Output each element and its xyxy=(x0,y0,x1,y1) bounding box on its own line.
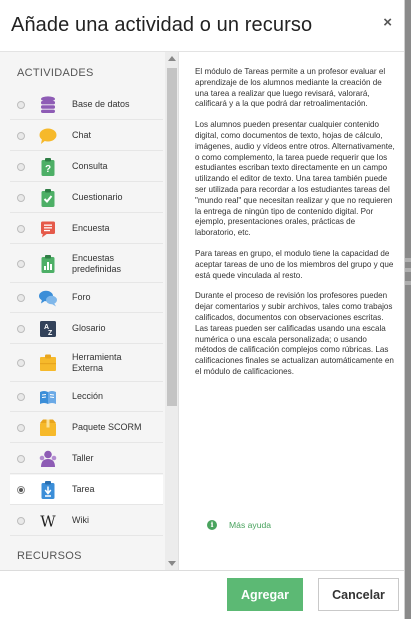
section-heading-activities: ACTIVIDADES xyxy=(17,67,94,79)
info-icon: i xyxy=(207,520,217,530)
survey-chart-icon xyxy=(38,254,58,274)
activity-item[interactable]: Encuesta xyxy=(10,214,163,244)
cancel-button[interactable]: Cancelar xyxy=(318,578,399,611)
database-icon xyxy=(38,95,58,115)
activity-radio[interactable] xyxy=(17,162,25,171)
activity-label: Base de datos xyxy=(72,99,130,109)
svg-text:?: ? xyxy=(45,164,51,175)
activity-label: Consulta xyxy=(72,161,108,171)
activity-label: Paquete SCORM xyxy=(72,422,142,432)
dialog-body: ACTIVIDADES RECURSOS Base de datos Chat? C… xyxy=(0,52,404,570)
activity-radio[interactable] xyxy=(17,100,25,109)
backdrop-mark xyxy=(405,258,411,262)
activity-item[interactable]: Base de datos xyxy=(10,90,163,120)
activity-radio[interactable] xyxy=(17,358,25,367)
forum-bubbles-icon xyxy=(38,288,58,308)
quiz-check-icon xyxy=(38,188,58,208)
description-paragraph: Para tareas en grupo, el modulo tiene la… xyxy=(195,248,394,280)
activity-radio[interactable] xyxy=(17,324,25,333)
scorm-package-icon xyxy=(38,418,58,438)
dialog-footer: Agregar Cancelar xyxy=(0,570,404,619)
section-heading-resources: RECURSOS xyxy=(17,550,82,562)
activity-radio[interactable] xyxy=(17,259,25,268)
activity-item[interactable]: ? Consulta xyxy=(10,152,163,182)
glossary-az-icon: AZ xyxy=(38,319,58,339)
more-help-link[interactable]: i Más ayuda xyxy=(207,520,271,530)
activity-radio[interactable] xyxy=(17,423,25,432)
activity-label: Foro xyxy=(72,292,91,302)
close-button[interactable]: × xyxy=(383,14,392,31)
activity-radio[interactable] xyxy=(17,454,25,463)
page-backdrop xyxy=(405,0,411,619)
activity-label: Tarea xyxy=(72,484,95,494)
activity-label: Chat xyxy=(72,130,92,140)
module-description-pane: El módulo de Tareas permite a un profeso… xyxy=(179,52,404,570)
external-tool-puzzle-icon xyxy=(38,353,58,373)
list-scrollbar[interactable] xyxy=(165,52,178,570)
backdrop-mark xyxy=(405,268,411,272)
activity-chooser-dialog: Añade una actividad o un recurso × ACTIV… xyxy=(0,0,405,619)
module-description: El módulo de Tareas permite a un profeso… xyxy=(195,67,395,388)
dialog-title: Añade una actividad o un recurso xyxy=(11,14,313,36)
activity-item[interactable]: A Z Glosario xyxy=(10,314,163,344)
description-paragraph: Durante el proceso de revisión los profe… xyxy=(195,291,394,376)
dialog-header: Añade una actividad o un recurso × xyxy=(0,0,404,52)
svg-text:W: W xyxy=(40,512,56,530)
module-list-pane: ACTIVIDADES RECURSOS Base de datos Chat? C… xyxy=(0,52,179,570)
activity-item[interactable]: Lección xyxy=(10,382,163,412)
activity-item[interactable]: Foro xyxy=(10,283,163,313)
activity-label: Cuestionario xyxy=(72,192,123,202)
activity-radio[interactable] xyxy=(17,485,25,494)
scroll-up-arrow-icon[interactable] xyxy=(168,56,176,61)
more-help-label[interactable]: Más ayuda xyxy=(229,520,271,530)
activity-item[interactable]: Herramienta Externa xyxy=(10,344,163,382)
activity-radio[interactable] xyxy=(17,224,25,233)
activity-label: Glosario xyxy=(72,323,106,333)
feedback-list-icon xyxy=(38,219,58,239)
activity-item[interactable]: Taller xyxy=(10,444,163,474)
module-list: ACTIVIDADES RECURSOS Base de datos Chat? C… xyxy=(0,52,165,570)
scrollbar-thumb[interactable] xyxy=(167,68,177,406)
activity-label: Lección xyxy=(72,391,104,401)
chat-bubble-icon xyxy=(38,126,58,146)
backdrop-mark xyxy=(405,281,411,285)
activity-label: Herramienta Externa xyxy=(72,351,122,373)
activity-item[interactable]: Paquete SCORM xyxy=(10,413,163,443)
activity-item[interactable]: Tarea xyxy=(10,475,163,505)
activity-item[interactable]: Cuestionario xyxy=(10,183,163,213)
description-paragraph: Los alumnos pueden presentar cualquier c… xyxy=(195,120,395,238)
activity-label: Encuestas predefinidas xyxy=(72,252,122,274)
activity-label: Encuesta xyxy=(72,223,110,233)
add-button[interactable]: Agregar xyxy=(227,578,303,611)
activity-radio[interactable] xyxy=(17,193,25,202)
workshop-people-icon xyxy=(38,449,58,469)
activity-radio[interactable] xyxy=(17,392,25,401)
choice-clipboard-icon: ? xyxy=(38,157,58,177)
activity-radio[interactable] xyxy=(17,131,25,140)
lesson-book-icon xyxy=(38,387,58,407)
activity-item[interactable]: Chat xyxy=(10,121,163,151)
activity-radio[interactable] xyxy=(17,516,25,525)
description-paragraph: El módulo de Tareas permite a un profeso… xyxy=(195,67,386,109)
assignment-hand-icon xyxy=(38,480,58,500)
wiki-w-icon: W xyxy=(38,511,58,531)
svg-text:Z: Z xyxy=(48,330,53,337)
activity-label: Wiki xyxy=(72,515,89,525)
activity-item[interactable]: W Wiki xyxy=(10,506,163,536)
activity-item[interactable]: Encuestas predefinidas xyxy=(10,245,163,283)
scroll-down-arrow-icon[interactable] xyxy=(168,561,176,566)
activity-label: Taller xyxy=(72,453,94,463)
activity-radio[interactable] xyxy=(17,293,25,302)
